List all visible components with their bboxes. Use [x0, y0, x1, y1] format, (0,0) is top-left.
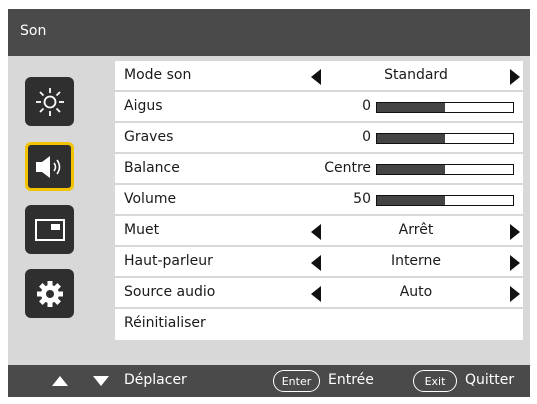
slider-fill [377, 103, 445, 112]
enter-label: Entrée [328, 372, 374, 388]
row-label: Volume [124, 191, 177, 207]
level-slider[interactable] [376, 195, 514, 206]
row-label: Mode son [124, 67, 192, 83]
row-balance[interactable]: Balance Centre [115, 154, 523, 185]
row-label: Source audio [124, 284, 216, 300]
menu-header: Son [8, 9, 530, 56]
row-mode-son[interactable]: Mode son Standard [115, 61, 523, 92]
row-value: Centre [324, 160, 371, 176]
exit-label: Quitter [465, 372, 515, 388]
move-label: Déplacer [124, 372, 187, 388]
row-muet[interactable]: Muet Arrêt [115, 216, 523, 247]
row-value: Interne [390, 253, 442, 269]
arrow-right-icon[interactable] [510, 255, 520, 271]
row-aigus[interactable]: Aigus 0 [115, 92, 523, 123]
row-label: Haut-parleur [124, 253, 213, 269]
row-value: 0 [362, 98, 371, 114]
row-haut-parleur[interactable]: Haut-parleur Interne [115, 247, 523, 278]
row-value: Standard [384, 67, 448, 83]
level-slider[interactable] [376, 102, 514, 113]
arrow-left-icon[interactable] [311, 224, 321, 240]
arrow-right-icon[interactable] [510, 286, 520, 302]
enter-key-badge: Enter [273, 370, 320, 392]
row-label: Aigus [124, 98, 163, 114]
row-label: Balance [124, 160, 180, 176]
tab-picture[interactable] [25, 77, 74, 126]
arrow-down-icon [93, 376, 109, 386]
row-label: Réinitialiser [124, 315, 206, 331]
slider-fill [377, 134, 445, 143]
osd-sound-menu: Son Mode son Standard Aigus 0 Graves 0 B… [8, 9, 530, 397]
row-value: 50 [353, 191, 371, 207]
speaker-icon [35, 155, 60, 178]
row-label: Graves [124, 129, 174, 145]
tab-sound[interactable] [25, 142, 74, 191]
arrow-up-icon [52, 376, 68, 386]
arrow-left-icon[interactable] [311, 69, 321, 85]
menu-title: Son [20, 23, 47, 39]
level-slider[interactable] [376, 164, 514, 175]
slider-fill [377, 165, 445, 174]
picture-in-picture-icon [34, 218, 65, 241]
row-value: 0 [362, 129, 371, 145]
arrow-left-icon[interactable] [311, 255, 321, 271]
row-reinitialiser[interactable]: Réinitialiser [115, 309, 523, 340]
menu-footer: Déplacer Enter Entrée Exit Quitter [8, 365, 530, 397]
level-slider[interactable] [376, 133, 514, 144]
row-source-audio[interactable]: Source audio Auto [115, 278, 523, 309]
row-value: Arrêt [398, 222, 434, 238]
arrow-right-icon[interactable] [510, 69, 520, 85]
arrow-left-icon[interactable] [311, 286, 321, 302]
row-value: Auto [399, 284, 433, 300]
row-volume[interactable]: Volume 50 [115, 185, 523, 216]
tab-settings[interactable] [25, 269, 74, 318]
slider-fill [377, 196, 445, 205]
arrow-right-icon[interactable] [510, 224, 520, 240]
row-graves[interactable]: Graves 0 [115, 123, 523, 154]
row-label: Muet [124, 222, 160, 238]
brightness-icon [35, 87, 64, 116]
tab-display[interactable] [25, 205, 74, 254]
gear-icon [36, 280, 63, 307]
exit-key-badge: Exit [413, 370, 457, 392]
menu-list: Mode son Standard Aigus 0 Graves 0 Balan… [115, 61, 523, 340]
